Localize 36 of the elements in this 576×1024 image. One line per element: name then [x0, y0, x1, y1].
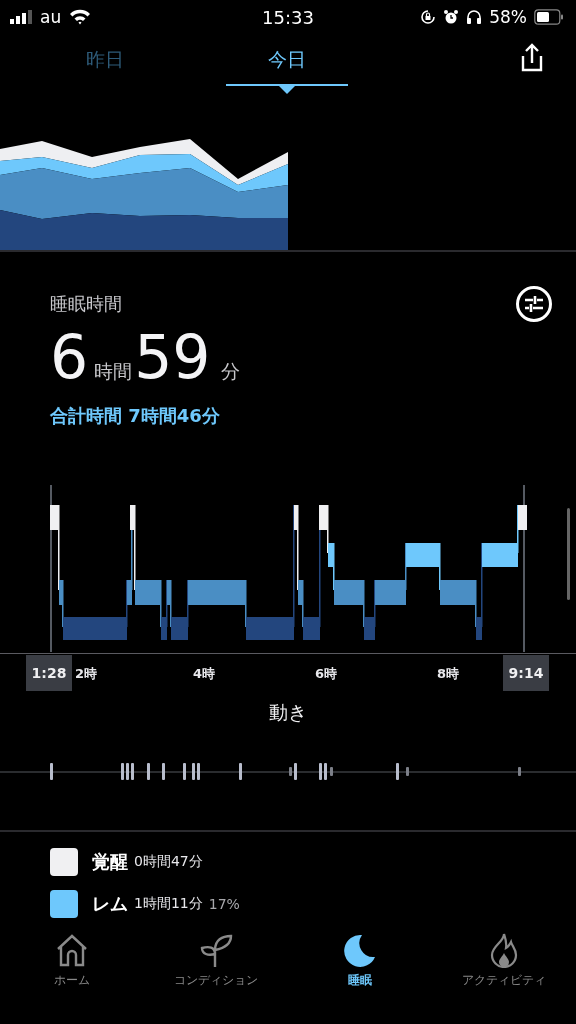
- filter-button[interactable]: [514, 284, 554, 324]
- rotation-lock-icon: [420, 9, 437, 25]
- hour-label: 2時: [75, 665, 97, 683]
- alarm-clock-icon: [443, 9, 460, 25]
- sliders-icon: [515, 285, 553, 323]
- nav-tab[interactable]: アクティビティ: [432, 932, 576, 989]
- wifi-icon: [69, 9, 92, 25]
- nav-tab[interactable]: 睡眠: [288, 932, 432, 989]
- day-tab[interactable]: 今日: [226, 38, 348, 94]
- start-time-label: 1:28: [26, 655, 72, 691]
- stage-percent: 17%: [208, 896, 240, 912]
- battery-percent: 58%: [489, 7, 527, 27]
- signal-icon: [10, 10, 32, 24]
- moon-icon: [342, 932, 378, 968]
- hours-unit: 時間: [94, 359, 133, 384]
- minutes-unit: 分: [220, 359, 240, 384]
- stage-duration: 0時間47分: [134, 853, 203, 871]
- hours-value: 6: [50, 322, 89, 392]
- section-title: 睡眠時間: [50, 292, 122, 316]
- minutes-value: 59: [134, 322, 211, 392]
- battery-icon: [534, 9, 564, 25]
- hour-label: 8時: [437, 665, 459, 683]
- nav-tab[interactable]: ホーム: [0, 932, 144, 989]
- carrier-name: au: [40, 7, 62, 27]
- stage-name: レム: [92, 892, 128, 916]
- nav-tab[interactable]: コンディション: [144, 932, 288, 989]
- clock-time: 15:33: [262, 6, 314, 28]
- headphones-icon: [466, 9, 483, 25]
- hour-label: 6時: [315, 665, 337, 683]
- movement-title: 動き: [269, 700, 307, 725]
- total-time: 合計時間 7時間46分: [50, 404, 221, 428]
- sprout-icon: [198, 932, 234, 968]
- stage-name: 覚醒: [92, 850, 128, 874]
- hour-label: 4時: [193, 665, 215, 683]
- stage-duration: 1時間11分: [134, 895, 203, 913]
- end-time-label: 9:14: [503, 655, 549, 691]
